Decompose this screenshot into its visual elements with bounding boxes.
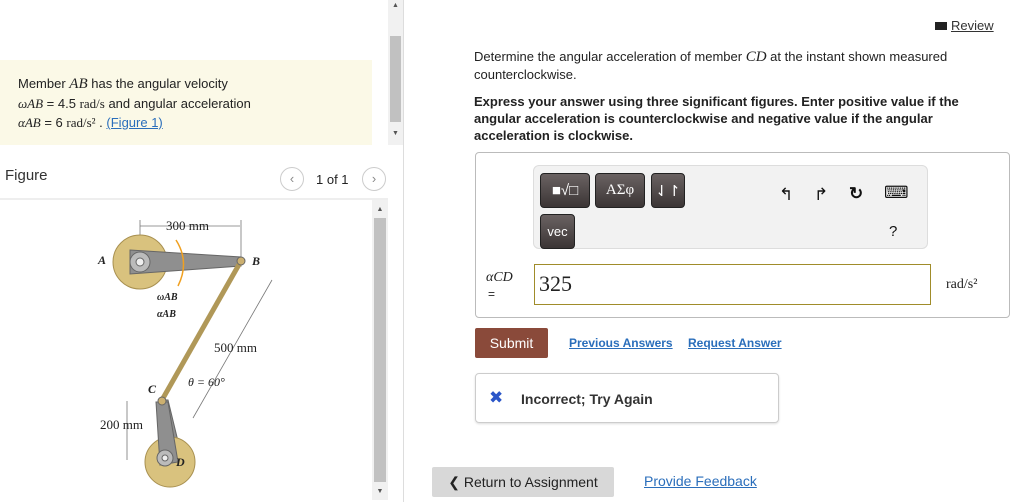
review-link[interactable]: Review	[935, 18, 994, 33]
text: has the angular velocity	[87, 76, 228, 91]
provide-feedback-link[interactable]: Provide Feedback	[644, 473, 757, 489]
label-a: A	[97, 253, 106, 267]
text: Determine the angular acceleration of me…	[474, 49, 746, 64]
dim-bc-label: 500 mm	[214, 340, 257, 355]
templates-button[interactable]: ■√□	[540, 173, 590, 208]
scroll-down-arrow[interactable]: ▼	[372, 488, 388, 495]
figure-pager: 1 of 1	[316, 172, 349, 187]
math-toolbar: ■√□ ΑΣφ ⇃↾ vec ↰ ↱ ↻ ⌨ ?	[533, 165, 928, 249]
unit-label: rad/s²	[946, 277, 978, 292]
problem-statement: Member AB has the angular velocity ωAB =…	[0, 60, 372, 145]
theta-label: θ = 60°	[188, 375, 225, 389]
var: AB	[69, 76, 88, 92]
next-figure-button[interactable]: ›	[362, 167, 386, 191]
label-omega: ωAB	[157, 292, 178, 303]
text: Member	[18, 76, 70, 91]
figure-link[interactable]: (Figure 1)	[106, 115, 162, 130]
question-text: Determine the angular acceleration of me…	[474, 48, 994, 83]
vec-button[interactable]: vec	[540, 214, 575, 249]
omega-value: = 4.5	[43, 96, 80, 111]
omega-unit: rad/s	[79, 96, 105, 111]
greek-button[interactable]: ΑΣφ	[595, 173, 645, 208]
figure-scrollbar[interactable]: ▲ ▼	[372, 200, 388, 500]
prev-figure-button[interactable]: ‹	[280, 167, 304, 191]
book-icon	[935, 22, 947, 30]
scroll-thumb[interactable]	[374, 218, 386, 482]
dim-cd-label: 200 mm	[100, 417, 143, 432]
undo-icon[interactable]: ↰	[779, 185, 793, 205]
instructions: Express your answer using three signific…	[474, 94, 959, 143]
redo-icon[interactable]: ↱	[814, 185, 828, 205]
scroll-up-arrow[interactable]: ▲	[388, 2, 403, 9]
divider	[403, 0, 404, 502]
answer-input[interactable]: 325	[534, 264, 931, 305]
feedback-text: Incorrect; Try Again	[521, 391, 653, 407]
scroll-thumb[interactable]	[390, 36, 401, 122]
mechanism-figure: 300 mm 500 mm θ = 60° 200 mm A B C D ωAB…	[97, 218, 273, 488]
var: CD	[745, 49, 767, 65]
label-c: C	[148, 382, 157, 396]
omega-symbol: ωAB	[18, 96, 44, 111]
return-to-assignment-button[interactable]: ❮ Return to Assignment	[432, 467, 614, 497]
label-b: B	[251, 254, 260, 268]
alpha-value: = 6	[40, 115, 67, 130]
reset-icon[interactable]: ↻	[849, 184, 863, 204]
keyboard-icon[interactable]: ⌨	[884, 183, 909, 203]
problem-scrollbar[interactable]: ▲ ▼	[388, 0, 403, 145]
equals-sign: =	[488, 287, 496, 301]
alpha-unit: rad/s²	[66, 115, 96, 130]
request-answer-link[interactable]: Request Answer	[688, 336, 782, 350]
scroll-down-arrow[interactable]: ▼	[388, 130, 403, 137]
alpha-symbol: αAB	[18, 115, 41, 130]
label-d: D	[175, 455, 185, 469]
scroll-up-arrow[interactable]: ▲	[372, 206, 388, 213]
answer-label: αCD	[486, 270, 513, 285]
submit-button[interactable]: Submit	[475, 328, 548, 358]
help-icon[interactable]: ?	[889, 223, 897, 240]
feedback-box: ✖ Incorrect; Try Again	[475, 373, 779, 423]
label-alpha: αAB	[157, 309, 176, 320]
review-label: Review	[951, 18, 994, 33]
figure-heading: Figure	[5, 167, 48, 184]
answer-box: ■√□ ΑΣφ ⇃↾ vec ↰ ↱ ↻ ⌨ ? αCD = 325 rad/s…	[475, 152, 1010, 318]
dim-ab-label: 300 mm	[166, 218, 209, 233]
text: and angular acceleration	[104, 96, 251, 111]
error-icon: ✖	[489, 388, 504, 407]
arrows-button[interactable]: ⇃↾	[651, 173, 685, 208]
previous-answers-link[interactable]: Previous Answers	[569, 336, 673, 350]
